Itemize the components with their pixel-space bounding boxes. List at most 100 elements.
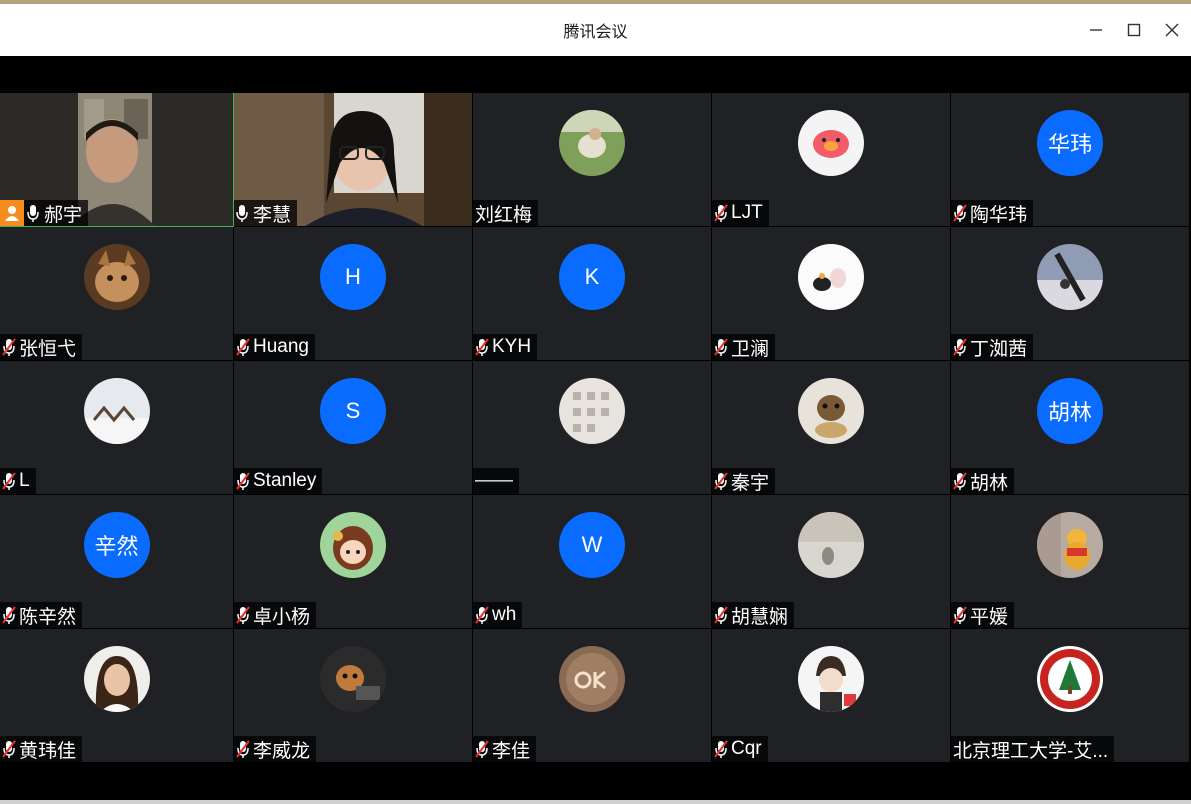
participant-name-bar: 郝宇 (0, 200, 89, 226)
participant-avatar (798, 244, 864, 310)
participant-tile[interactable]: 胡林 胡林 (951, 361, 1190, 495)
participant-tile[interactable]: 平媛 (951, 495, 1190, 629)
bottom-toolbar-area (0, 763, 1191, 800)
participant-name-bar: 丁洳茜 (951, 334, 1034, 360)
mic-muted-icon (2, 605, 18, 625)
mic-muted-icon (475, 337, 491, 357)
mic-muted-icon (236, 739, 252, 759)
mic-muted-icon (714, 739, 730, 759)
mic-muted-icon (2, 337, 18, 357)
participant-name-bar: 刘红梅 (473, 200, 539, 226)
minimize-button[interactable] (1077, 4, 1115, 56)
participant-name: 胡林 (970, 472, 1009, 494)
participant-tile[interactable]: 张恒弋 (0, 227, 234, 361)
mic-muted-icon (2, 739, 18, 759)
participant-tile[interactable]: 北京理工大学-艾... (951, 629, 1190, 763)
participant-avatar: 华玮 (1037, 110, 1103, 176)
participant-avatar: H (320, 244, 386, 310)
participant-name: 卓小杨 (253, 606, 311, 628)
maximize-button[interactable] (1115, 4, 1153, 56)
participant-tile[interactable]: 郝宇 (0, 93, 234, 227)
participant-tile[interactable]: 刘红梅 (473, 93, 712, 227)
participant-name: 李威龙 (253, 740, 311, 762)
desktop-bottom-strip (0, 800, 1191, 804)
mic-muted-icon (953, 203, 969, 223)
minimize-icon (1090, 29, 1102, 31)
participant-avatar (559, 110, 625, 176)
top-toolbar-area (0, 56, 1191, 93)
mic-muted-icon (953, 605, 969, 625)
participant-name-bar: 李慧 (234, 200, 298, 226)
participant-avatar (798, 512, 864, 578)
participant-name-bar: —— (473, 468, 519, 494)
participant-avatar (798, 646, 864, 712)
mic-muted-icon (714, 471, 730, 491)
participant-avatar (83, 378, 150, 444)
participant-name: 秦宇 (731, 472, 770, 494)
participant-tile[interactable]: S Stanley (234, 361, 473, 495)
participant-tile[interactable]: Cqr (712, 629, 951, 763)
participant-name: 陶华玮 (970, 204, 1028, 226)
participant-name: 张恒弋 (19, 338, 77, 360)
title-bar: 腾讯会议 (0, 4, 1191, 56)
participant-name: 陈辛然 (19, 606, 77, 628)
maximize-icon (1127, 23, 1141, 37)
participant-name-bar: 李佳 (473, 736, 537, 762)
participant-name-bar: 北京理工大学-艾... (951, 736, 1115, 762)
participant-name: 北京理工大学-艾... (953, 740, 1109, 762)
participant-tile[interactable]: LJT (712, 93, 951, 227)
mic-muted-icon (236, 337, 252, 357)
participant-tile[interactable]: 华玮 陶华玮 (951, 93, 1190, 227)
close-button[interactable] (1153, 4, 1191, 56)
participant-avatar (1037, 244, 1103, 310)
participant-tile[interactable]: K KYH (473, 227, 712, 361)
participant-tile[interactable]: 胡慧娴 (712, 495, 951, 629)
participant-tile[interactable]: 卓小杨 (234, 495, 473, 629)
mic-muted-icon (236, 471, 252, 491)
participant-name-bar: 卓小杨 (234, 602, 317, 628)
participant-grid: 郝宇 李慧 刘红梅 LJT 华玮 陶华玮 张恒弋 H Huang K KYH 卫… (0, 93, 1190, 763)
participant-tile[interactable]: 李威龙 (234, 629, 473, 763)
participant-name-bar: 陶华玮 (951, 200, 1034, 226)
participant-name-bar: Cqr (712, 736, 768, 762)
participant-avatar: 胡林 (1037, 378, 1103, 444)
participant-name: 黄玮佳 (19, 740, 77, 762)
participant-name: L (19, 470, 30, 491)
participant-name: 平媛 (970, 606, 1009, 628)
participant-avatar (559, 646, 625, 712)
participant-avatar (798, 110, 864, 176)
participant-name-bar: 李威龙 (234, 736, 317, 762)
participant-name-bar: 平媛 (951, 602, 1015, 628)
participant-tile[interactable]: W wh (473, 495, 712, 629)
participant-name: Cqr (731, 738, 762, 759)
participant-tile[interactable]: 秦宇 (712, 361, 951, 495)
participant-tile[interactable]: 卫澜 (712, 227, 951, 361)
mic-muted-icon (714, 203, 730, 223)
participant-tile[interactable]: H Huang (234, 227, 473, 361)
window-controls (1077, 4, 1191, 56)
participant-name: —— (475, 470, 513, 491)
participant-tile[interactable]: 李佳 (473, 629, 712, 763)
mic-muted-icon (475, 605, 491, 625)
participant-name-bar: KYH (473, 334, 538, 360)
participant-tile[interactable]: —— (473, 361, 712, 495)
participant-name: 李佳 (492, 740, 531, 762)
host-badge-icon (0, 200, 24, 226)
mic-muted-icon (714, 605, 730, 625)
mic-muted-icon (475, 739, 491, 759)
participant-tile[interactable]: L (0, 361, 234, 495)
participant-avatar: K (559, 244, 625, 310)
participant-tile[interactable]: 丁洳茜 (951, 227, 1190, 361)
participant-avatar (320, 512, 386, 578)
participant-tile[interactable]: 李慧 (234, 93, 473, 227)
participant-tile[interactable]: 辛然 陈辛然 (0, 495, 234, 629)
mic-muted-icon (714, 337, 730, 357)
participant-name: Huang (253, 336, 309, 357)
participant-name: 李慧 (253, 204, 292, 226)
participant-avatar (559, 378, 625, 444)
participant-name-bar: 张恒弋 (0, 334, 83, 360)
participant-tile[interactable]: 黄玮佳 (0, 629, 234, 763)
participant-name: KYH (492, 336, 532, 357)
participant-name: wh (492, 604, 517, 625)
participant-name-bar: 胡林 (951, 468, 1015, 494)
